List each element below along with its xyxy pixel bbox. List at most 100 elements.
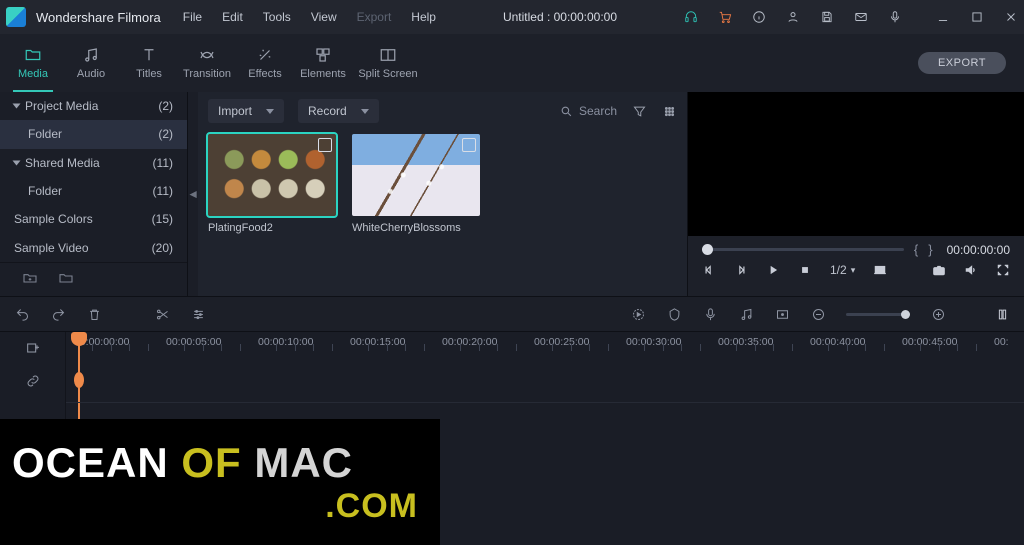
side-label: Sample Colors: [14, 212, 93, 226]
link-icon[interactable]: [25, 373, 41, 392]
step-back-icon[interactable]: [702, 263, 716, 277]
export-button[interactable]: EXPORT: [918, 52, 1006, 74]
search-icon: [560, 105, 573, 118]
play-icon[interactable]: [766, 263, 780, 277]
tab-media[interactable]: Media: [4, 34, 62, 92]
user-icon[interactable]: [786, 10, 800, 24]
tab-effects[interactable]: Effects: [236, 34, 294, 92]
effects-icon: [256, 46, 274, 64]
maximize-icon[interactable]: [970, 10, 984, 24]
title-bar: Wondershare Filmora File Edit Tools View…: [0, 0, 1024, 34]
timeline-tools: [0, 296, 1024, 332]
scrub-track[interactable]: [702, 248, 904, 251]
stop-icon[interactable]: [798, 263, 812, 277]
mark-in[interactable]: {: [914, 242, 918, 257]
chevron-down-icon: [361, 109, 369, 114]
menu-file[interactable]: File: [183, 10, 202, 24]
adjust-icon[interactable]: [190, 306, 206, 322]
new-folder-icon[interactable]: [22, 270, 38, 289]
music-icon: [82, 46, 100, 64]
add-track-icon[interactable]: [25, 340, 41, 359]
import-dropdown[interactable]: Import: [208, 99, 284, 123]
tab-elements-label: Elements: [300, 68, 346, 80]
side-project-media[interactable]: Project Media (2): [0, 92, 187, 120]
splitscreen-icon: [379, 46, 397, 64]
voiceover-icon[interactable]: [702, 306, 718, 322]
zoom-slider[interactable]: [846, 313, 910, 316]
side-count: (11): [153, 184, 173, 198]
side-sample-colors[interactable]: Sample Colors (15): [0, 205, 187, 233]
search-placeholder: Search: [579, 104, 617, 118]
elements-icon: [314, 46, 332, 64]
zoom-in-icon[interactable]: [930, 306, 946, 322]
tab-audio[interactable]: Audio: [62, 34, 120, 92]
save-icon[interactable]: [820, 10, 834, 24]
delete-icon[interactable]: [86, 306, 102, 322]
thumb-whitecherryblossoms[interactable]: WhiteCherryBlossoms: [352, 134, 480, 234]
watermark-line1: OCEAN OF MAC: [12, 439, 440, 487]
quality-icon[interactable]: [873, 263, 887, 277]
side-sample-video[interactable]: Sample Video (20): [0, 234, 187, 262]
menu-tools[interactable]: Tools: [263, 10, 291, 24]
track-divider: [66, 402, 1024, 403]
preview-panel: { } 00:00:00:00 1/2▾: [688, 92, 1024, 296]
render-icon[interactable]: [630, 306, 646, 322]
folder-icon[interactable]: [58, 270, 74, 289]
side-folder-shared[interactable]: Folder (11): [0, 177, 187, 205]
step-fwd-icon[interactable]: [734, 263, 748, 277]
grid-icon[interactable]: [661, 103, 677, 119]
side-label: Project Media: [25, 99, 98, 113]
thumb-label: PlatingFood2: [208, 222, 336, 234]
menu-help[interactable]: Help: [411, 10, 436, 24]
tab-transition[interactable]: Transition: [178, 34, 236, 92]
minimize-icon[interactable]: [936, 10, 950, 24]
marker-icon[interactable]: [666, 306, 682, 322]
playback-bar: { } 00:00:00:00 1/2▾: [688, 236, 1024, 296]
thumbnails: PlatingFood2 WhiteCherryBlossoms: [198, 130, 687, 238]
frame-icon[interactable]: [774, 306, 790, 322]
mic-icon[interactable]: [888, 10, 902, 24]
search-box[interactable]: Search: [560, 104, 617, 118]
track-audio-icon[interactable]: [738, 306, 754, 322]
meter-icon[interactable]: [994, 306, 1010, 322]
preview-viewport[interactable]: [688, 92, 1024, 236]
camera-icon[interactable]: [932, 263, 946, 277]
mark-out[interactable]: }: [928, 242, 932, 257]
record-dropdown[interactable]: Record: [298, 99, 379, 123]
zoom-select[interactable]: 1/2▾: [830, 263, 855, 277]
undo-icon[interactable]: [14, 306, 30, 322]
watermark: OCEAN OF MAC .COM: [0, 419, 440, 545]
wm-word3: MAC: [254, 439, 353, 486]
zoom-out-icon[interactable]: [810, 306, 826, 322]
headset-icon[interactable]: [684, 10, 698, 24]
menu-export[interactable]: Export: [357, 10, 392, 24]
tab-elements[interactable]: Elements: [294, 34, 352, 92]
timeline-ruler[interactable]: 00:00:00:0000:00:05:0000:00:10:0000:00:1…: [66, 332, 1024, 356]
thumb-image: [208, 134, 336, 216]
tab-titles-label: Titles: [136, 68, 162, 80]
filter-icon[interactable]: [631, 103, 647, 119]
collapse-sidebar[interactable]: ◄: [188, 92, 198, 296]
redo-icon[interactable]: [50, 306, 66, 322]
thumb-label: WhiteCherryBlossoms: [352, 222, 480, 234]
volume-icon[interactable]: [964, 263, 978, 277]
mail-icon[interactable]: [854, 10, 868, 24]
close-icon[interactable]: [1004, 10, 1018, 24]
split-icon[interactable]: [154, 306, 170, 322]
tab-titles[interactable]: Titles: [120, 34, 178, 92]
side-shared-media[interactable]: Shared Media (11): [0, 149, 187, 177]
tab-transition-label: Transition: [183, 68, 231, 80]
menu-edit[interactable]: Edit: [222, 10, 243, 24]
info-icon[interactable]: [752, 10, 766, 24]
cart-icon[interactable]: [718, 10, 732, 24]
tab-effects-label: Effects: [248, 68, 281, 80]
thumb-platingfood2[interactable]: PlatingFood2: [208, 134, 336, 234]
fullscreen-icon[interactable]: [996, 263, 1010, 277]
media-controls: Import Record Search: [198, 92, 687, 130]
tab-splitscreen[interactable]: Split Screen: [352, 34, 424, 92]
thumb-marker-icon: [318, 138, 332, 152]
side-folder-project[interactable]: Folder (2): [0, 120, 187, 148]
zoom-label: 1/2: [830, 263, 847, 277]
menu-view[interactable]: View: [311, 10, 337, 24]
ruler-tick: 00:00:35:00: [718, 336, 773, 348]
